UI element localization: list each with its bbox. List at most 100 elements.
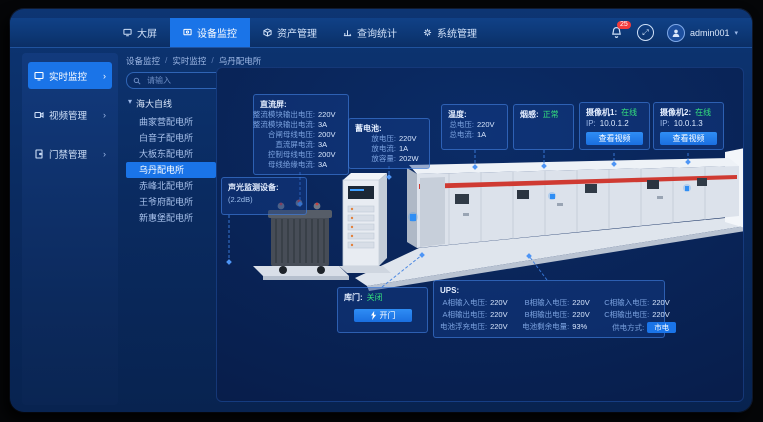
sidebar-item-label: 实时监控 <box>49 69 87 83</box>
nav-item-device-monitoring[interactable]: 设备监控 <box>170 18 250 47</box>
tree-item-selected[interactable]: 乌丹配电所 <box>126 162 216 178</box>
app-window: 大屏 设备监控 资产管理 查询统计 系统管理 25 <box>10 9 752 412</box>
sidebar-item-label: 门禁管理 <box>49 147 87 161</box>
chevron-right-icon: › <box>103 149 106 159</box>
metric-label: C相输入电压: <box>604 298 649 308</box>
nav-item-dashboard[interactable]: 大屏 <box>110 18 170 47</box>
metric-value: 3A <box>318 160 342 170</box>
panel-title: 温度: <box>448 109 501 120</box>
nav-item-system-management[interactable]: 系统管理 <box>410 18 490 47</box>
metric-label: 放容量: <box>355 154 396 164</box>
tree-item[interactable]: 赤峰北配电所 <box>126 178 216 194</box>
tree-item[interactable]: 新惠堡配电所 <box>126 210 216 226</box>
sidebar-item-access-control[interactable]: 门禁管理 › <box>28 140 112 167</box>
door-icon <box>34 149 44 159</box>
battery-panel: 蓄电池: 放电压:220V 放电流:1A 放容量:202W <box>348 118 430 169</box>
metric-label: 直流屏电流: <box>260 140 315 150</box>
settings-icon <box>423 28 432 37</box>
ip-label: IP: <box>586 118 596 129</box>
panel-title: 蓄电池: <box>355 123 423 134</box>
substation-tree: ▾ 海大自线 曲家营配电所 白音子配电所 大板东配电所 乌丹配电所 赤峰北配电所… <box>126 95 216 226</box>
metric-value: 93% <box>572 322 596 333</box>
metric-label: 整流模块输出电压: <box>253 110 315 120</box>
notifications-button[interactable]: 25 <box>610 26 624 40</box>
metric-label: 放电压: <box>355 134 396 144</box>
fullscreen-icon[interactable]: ⤢ <box>637 24 654 41</box>
tree-item[interactable]: 曲家营配电所 <box>126 114 216 130</box>
breadcrumb: 设备监控 / 实时监控 / 乌丹配电所 <box>126 55 261 67</box>
search-input[interactable] <box>145 75 219 86</box>
user-menu[interactable]: admin001 ▾ <box>667 24 738 42</box>
monitor-icon <box>34 71 44 81</box>
breadcrumb-item[interactable]: 设备监控 <box>126 55 160 67</box>
metric-value: 3A <box>318 120 342 130</box>
metric-value: 220V <box>490 310 514 320</box>
tree-root-node[interactable]: ▾ 海大自线 <box>126 95 216 114</box>
metric-value: 3A <box>318 140 342 150</box>
screen-icon <box>123 28 132 37</box>
camera2-panel: 摄像机2:在线 IP:10.0.1.3 查看视频 <box>653 102 724 150</box>
breadcrumb-item: 乌丹配电所 <box>219 55 262 67</box>
left-sidebar: 实时监控 › 视频管理 › 门禁管理 › <box>22 53 118 405</box>
camera1-panel: 摄像机1: 在线 IP: 10.0.1.2 查看视频 <box>579 102 650 150</box>
panel-title: UPS: <box>440 285 658 296</box>
panel-title: 直流屏: <box>260 99 342 110</box>
metric-label: 整流模块输出电流: <box>253 120 315 130</box>
metric-value: 220V <box>652 298 676 308</box>
status-badge: 在线 <box>695 107 711 118</box>
sidebar-item-realtime-monitoring[interactable]: 实时监控 › <box>28 62 112 89</box>
metric-value: 202W <box>399 154 423 164</box>
metric-label: 合闸母线电压: <box>260 130 315 140</box>
tree-item[interactable]: 王爷府配电所 <box>126 194 216 210</box>
ip-value: 10.0.1.2 <box>600 118 629 129</box>
metric-label: 电池浮充电压: <box>440 322 487 333</box>
metric-value: 220V <box>490 298 514 308</box>
metric-value: 220V <box>399 134 423 144</box>
sidebar-item-video-management[interactable]: 视频管理 › <box>28 101 112 128</box>
nav-label: 查询统计 <box>357 25 397 40</box>
main-content: 直流屏: 整流模块输出电压:220V 整流模块输出电流:3A 合闸母线电压:20… <box>216 67 744 402</box>
supply-mode-chip[interactable]: 市电 <box>647 322 676 333</box>
tree-search <box>126 72 226 89</box>
tree-item[interactable]: 大板东配电所 <box>126 146 216 162</box>
user-icon <box>671 28 681 38</box>
ip-label: IP: <box>660 118 670 129</box>
panel-title: 摄像机2: <box>660 107 691 118</box>
nav-items: 大屏 设备监控 资产管理 查询统计 系统管理 <box>110 18 490 47</box>
panel-title: 烟感: <box>520 109 539 120</box>
noise-value: (2.2dB) <box>228 195 300 204</box>
top-navbar: 大屏 设备监控 资产管理 查询统计 系统管理 25 <box>10 18 752 48</box>
door-panel: 库门:关闭 开门 <box>337 287 428 333</box>
chevron-down-icon: ▾ <box>734 29 738 37</box>
username: admin001 <box>690 28 730 38</box>
metric-label: 放电流: <box>355 144 396 154</box>
open-door-button[interactable]: 开门 <box>354 309 412 322</box>
search-icon <box>133 77 141 85</box>
avatar <box>667 24 685 42</box>
metric-value: 200V <box>318 130 342 140</box>
open-door-label: 开门 <box>380 309 396 322</box>
tree-item[interactable]: 白音子配电所 <box>126 130 216 146</box>
nav-item-query-statistics[interactable]: 查询统计 <box>330 18 410 47</box>
metric-value: 220V <box>572 310 596 320</box>
metric-value: 220V <box>318 110 342 120</box>
nav-label: 设备监控 <box>197 25 237 40</box>
nav-label: 大屏 <box>137 25 157 40</box>
nav-item-asset-management[interactable]: 资产管理 <box>250 18 330 47</box>
metric-label: B相输出电压: <box>522 310 569 320</box>
view-video-button[interactable]: 查看视频 <box>660 132 717 145</box>
panel-title: 摄像机1: <box>586 107 617 118</box>
metric-value: 1A <box>477 130 501 140</box>
metric-label: B相输入电压: <box>522 298 569 308</box>
metric-value: 220V <box>477 120 501 130</box>
metric-value: 220V <box>490 322 514 333</box>
panel-title: 声光监测设备: <box>228 182 300 193</box>
metric-label: 总电流: <box>448 130 474 140</box>
status-badge: 在线 <box>621 107 637 118</box>
breadcrumb-item[interactable]: 实时监控 <box>172 55 206 67</box>
screen: 大屏 设备监控 资产管理 查询统计 系统管理 25 <box>0 0 763 422</box>
view-video-button[interactable]: 查看视频 <box>586 132 643 145</box>
metric-value: 220V <box>652 310 676 320</box>
chevron-right-icon: › <box>103 110 106 120</box>
ups-panel: UPS: A相输入电压:220V B相输入电压:220V C相输入电压:220V… <box>433 280 665 338</box>
